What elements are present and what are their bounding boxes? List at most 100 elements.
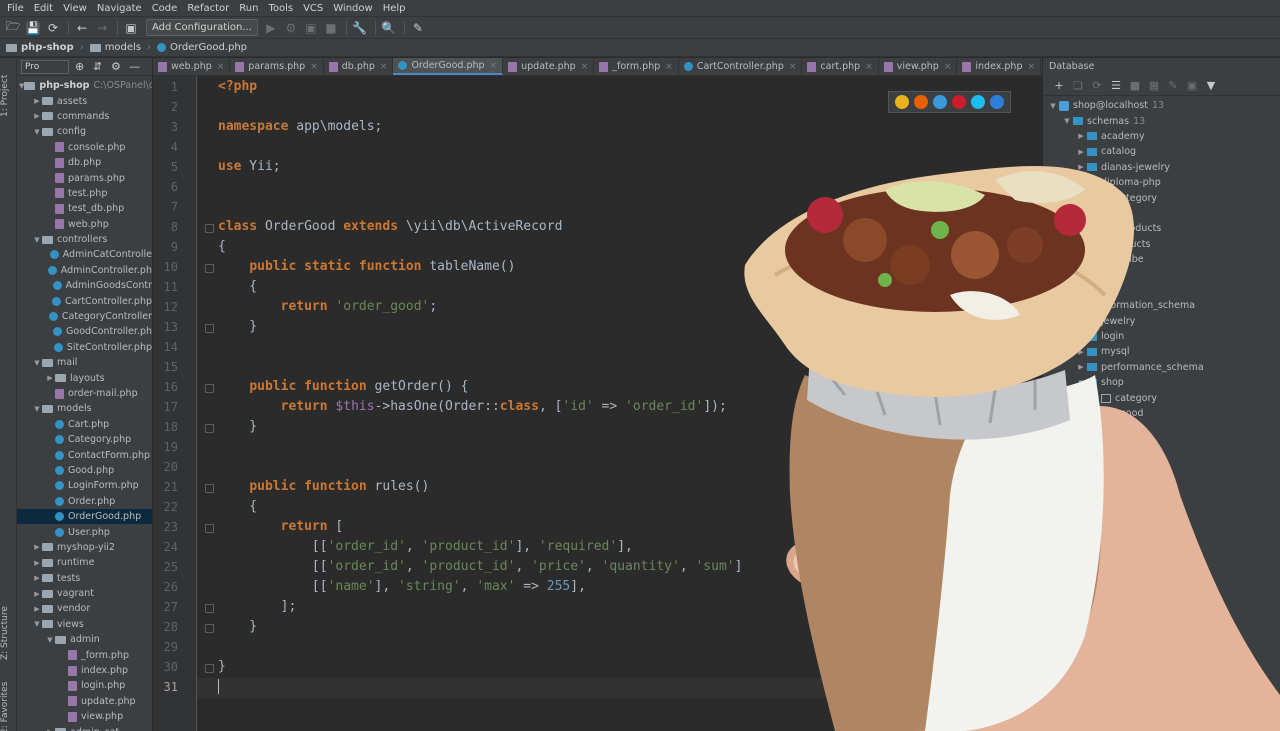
collapsed-arrow-icon[interactable]: ▶ bbox=[32, 605, 42, 613]
forward-arrow-icon[interactable]: → bbox=[93, 19, 111, 37]
tree-file[interactable]: Cart.php bbox=[17, 417, 152, 432]
tree-file[interactable]: Order.php bbox=[17, 494, 152, 509]
code-line[interactable]: } bbox=[218, 659, 226, 674]
menu-item-navigate[interactable]: Navigate bbox=[92, 0, 147, 17]
project-view-selector[interactable]: Pro bbox=[21, 59, 69, 74]
fold-marker-icon[interactable] bbox=[205, 324, 214, 333]
tree-file[interactable]: Good.php bbox=[17, 463, 152, 478]
db-tree-item[interactable]: ▼ shop@localhost 13 bbox=[1043, 98, 1280, 113]
expanded-arrow-icon[interactable]: ▼ bbox=[32, 236, 42, 244]
tree-file[interactable]: console.php bbox=[17, 140, 152, 155]
open-folder-icon[interactable]: 🗁 bbox=[4, 19, 22, 37]
code-line[interactable]: use Yii; bbox=[218, 159, 281, 174]
editor-tab[interactable]: index.php × bbox=[957, 58, 1042, 75]
wrench-icon[interactable]: 🔧 bbox=[351, 19, 369, 37]
menu-item-view[interactable]: View bbox=[58, 0, 92, 17]
fold-marker-icon[interactable] bbox=[205, 224, 214, 233]
fold-marker-icon[interactable] bbox=[205, 664, 214, 673]
tree-folder[interactable]: ▶ runtime bbox=[17, 555, 152, 570]
tree-folder[interactable]: ▶ commands bbox=[17, 109, 152, 124]
sync-icon[interactable]: ⟳ bbox=[44, 19, 62, 37]
close-tab-icon[interactable]: × bbox=[380, 62, 388, 72]
stop-icon[interactable]: ■ bbox=[322, 19, 340, 37]
tree-file[interactable]: params.php bbox=[17, 170, 152, 185]
code-line[interactable]: public function getOrder() { bbox=[218, 379, 468, 394]
tree-file[interactable]: update.php bbox=[17, 694, 152, 709]
refresh-icon[interactable]: ⟳ bbox=[1089, 79, 1105, 92]
code-line[interactable]: { bbox=[218, 239, 226, 254]
hide-icon[interactable]: — bbox=[129, 60, 143, 73]
tree-folder[interactable]: ▼ models bbox=[17, 401, 152, 416]
console-icon[interactable]: ▣ bbox=[1184, 79, 1200, 92]
copy-icon[interactable]: ❏ bbox=[1070, 79, 1086, 92]
tree-folder[interactable]: ▼ admin bbox=[17, 632, 152, 647]
tree-file[interactable]: test.php bbox=[17, 186, 152, 201]
coverage-icon[interactable]: ▣ bbox=[302, 19, 320, 37]
editor-tab[interactable]: CartController.php × bbox=[679, 58, 803, 75]
menu-item-tools[interactable]: Tools bbox=[263, 0, 298, 17]
tree-file[interactable]: AdminGoodsContr bbox=[17, 278, 152, 293]
edit-icon[interactable]: ✎ bbox=[1165, 79, 1181, 92]
code-line[interactable]: public function rules() bbox=[218, 479, 429, 494]
breadcrumb-folder[interactable]: models bbox=[89, 42, 141, 53]
fold-marker-icon[interactable] bbox=[205, 484, 214, 493]
code-line[interactable]: return $this->hasOne(Order::class, ['id'… bbox=[218, 399, 727, 414]
tree-folder[interactable]: ▼ controllers bbox=[17, 232, 152, 247]
expanded-arrow-icon[interactable]: ▼ bbox=[1047, 102, 1059, 110]
code-line[interactable]: [['name'], 'string', 'max' => 255], bbox=[218, 579, 586, 594]
menu-item-refactor[interactable]: Refactor bbox=[182, 0, 234, 17]
code-line[interactable]: return [ bbox=[218, 519, 344, 534]
breadcrumb-project[interactable]: php-shop bbox=[6, 42, 74, 53]
tree-file[interactable]: index.php bbox=[17, 663, 152, 678]
tree-folder[interactable]: ▶ vagrant bbox=[17, 586, 152, 601]
code-line[interactable]: [['order_id', 'product_id'], 'required']… bbox=[218, 539, 633, 554]
code-line[interactable]: { bbox=[218, 279, 257, 294]
tree-file[interactable]: SiteController.php bbox=[17, 340, 152, 355]
tree-file[interactable]: AdminCatControlle bbox=[17, 247, 152, 262]
tree-folder[interactable]: ▶ layouts bbox=[17, 370, 152, 385]
close-tab-icon[interactable]: × bbox=[310, 62, 318, 72]
code-line[interactable]: } bbox=[218, 319, 257, 334]
code-line[interactable]: [['order_id', 'product_id', 'price', 'qu… bbox=[218, 559, 743, 574]
safari-icon[interactable] bbox=[933, 95, 948, 109]
tasks-icon[interactable]: ✎ bbox=[409, 19, 427, 37]
tree-file[interactable]: AdminController.ph bbox=[17, 263, 152, 278]
tree-folder[interactable]: ▶ assets bbox=[17, 93, 152, 108]
code-line[interactable]: public static function tableName() bbox=[218, 259, 515, 274]
properties-icon[interactable]: ☰ bbox=[1108, 79, 1124, 92]
tree-file[interactable]: order-mail.php bbox=[17, 386, 152, 401]
tree-file[interactable]: OrderGood.php bbox=[17, 508, 152, 525]
tree-file[interactable]: _form.php bbox=[17, 647, 152, 662]
debug-icon[interactable]: ⚙ bbox=[282, 19, 300, 37]
tree-file[interactable]: CartController.php bbox=[17, 293, 152, 308]
collapsed-arrow-icon[interactable]: ▶ bbox=[32, 590, 42, 598]
tree-file[interactable]: GoodController.ph bbox=[17, 324, 152, 339]
save-icon[interactable]: 💾 bbox=[24, 19, 42, 37]
editor-tab[interactable]: cart.php × bbox=[802, 58, 879, 75]
firefox-icon[interactable] bbox=[914, 95, 929, 109]
tree-file[interactable]: db.php bbox=[17, 155, 152, 170]
close-tab-icon[interactable]: × bbox=[581, 62, 589, 72]
collapsed-arrow-icon[interactable]: ▶ bbox=[32, 559, 42, 567]
menu-item-code[interactable]: Code bbox=[147, 0, 183, 17]
project-structure-icon[interactable]: ▣ bbox=[122, 19, 140, 37]
code-line[interactable]: return 'order_good'; bbox=[218, 299, 438, 314]
close-tab-icon[interactable]: × bbox=[665, 62, 673, 72]
tree-file[interactable]: LoginForm.php bbox=[17, 478, 152, 493]
code-line[interactable]: { bbox=[218, 499, 257, 514]
editor-tab[interactable]: web.php × bbox=[153, 58, 231, 75]
menu-item-file[interactable]: File bbox=[2, 0, 29, 17]
close-tab-icon[interactable]: × bbox=[217, 62, 225, 72]
tree-file[interactable]: test_db.php bbox=[17, 201, 152, 216]
editor-tab[interactable]: db.php × bbox=[324, 58, 394, 75]
tab-project-tool[interactable]: 1: Project bbox=[0, 66, 17, 126]
search-icon[interactable]: 🔍 bbox=[380, 19, 398, 37]
fold-marker-icon[interactable] bbox=[205, 604, 214, 613]
gear-icon[interactable]: ⚙ bbox=[111, 60, 125, 73]
menu-item-edit[interactable]: Edit bbox=[29, 0, 58, 17]
code-line[interactable]: class OrderGood extends \yii\db\ActiveRe… bbox=[218, 219, 562, 234]
collapsed-arrow-icon[interactable]: ▶ bbox=[32, 543, 42, 551]
fold-marker-icon[interactable] bbox=[205, 524, 214, 533]
tree-folder[interactable]: ▼ config bbox=[17, 124, 152, 139]
tree-folder[interactable]: ▶ vendor bbox=[17, 601, 152, 616]
